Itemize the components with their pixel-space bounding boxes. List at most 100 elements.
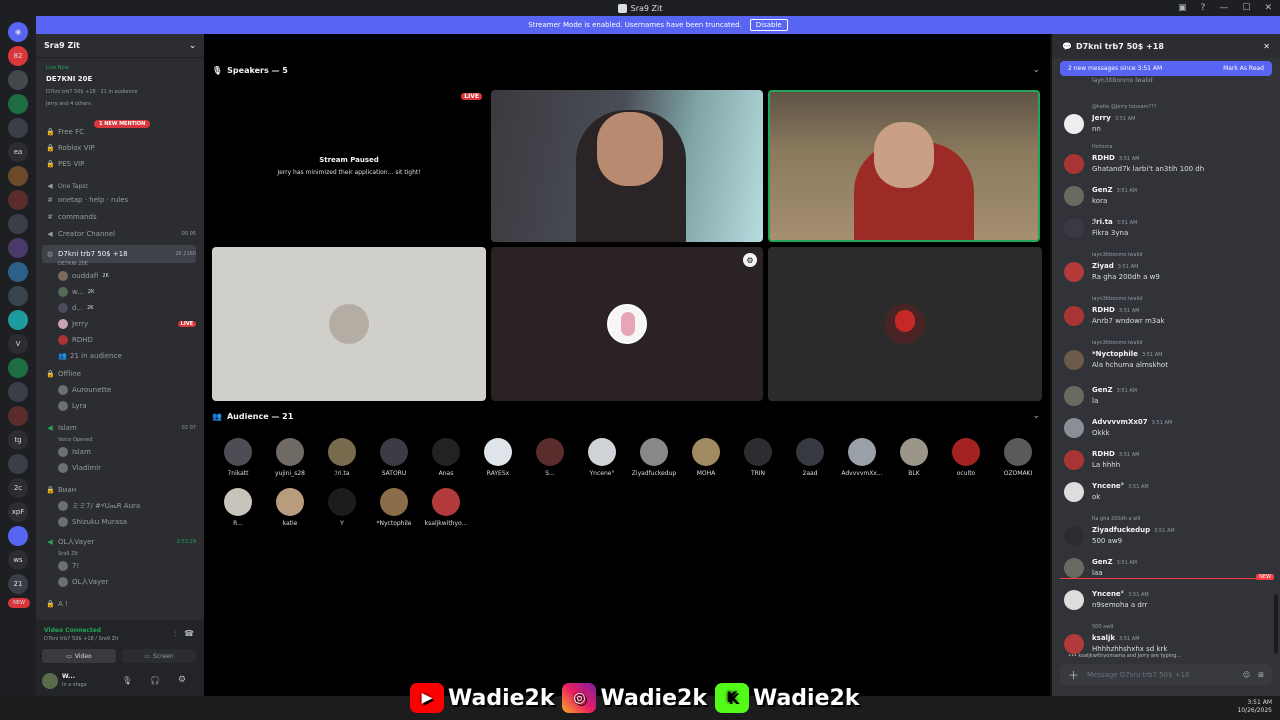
reply-preview[interactable]: 500 aw9 — [1092, 624, 1113, 630]
message-author[interactable]: Ziyad 3:51 AM — [1092, 262, 1138, 270]
voice-user[interactable]: ミミ7/ #ሃUጤR Aura — [58, 500, 196, 512]
server-icon[interactable]: 2c — [8, 478, 28, 498]
plus-icon[interactable]: ＋ — [1068, 667, 1079, 683]
avatar[interactable] — [1064, 218, 1084, 238]
audience-member[interactable]: ℐri.ta — [316, 438, 368, 477]
disable-streamer-mode-button[interactable]: Disable — [749, 19, 788, 31]
avatar[interactable] — [1064, 450, 1084, 470]
chat-message[interactable]: Yncene° 3:51 AM ok — [1060, 482, 1274, 506]
server-icon[interactable] — [8, 406, 28, 426]
avatar[interactable] — [1064, 634, 1084, 654]
server-icon[interactable]: 21 — [8, 574, 28, 594]
emoji-icon[interactable]: ☺ — [1243, 671, 1250, 679]
server-icon[interactable]: ea — [8, 142, 28, 162]
audience-member[interactable]: *Nyctophile — [368, 488, 420, 527]
server-icon[interactable] — [8, 118, 28, 138]
audience-member[interactable]: Ziyadfuckedup — [628, 438, 680, 477]
audience-member[interactable]: AdvvvvmXx... — [836, 438, 888, 477]
speaker-avatar-tile[interactable] — [768, 247, 1042, 401]
message-author[interactable]: GenZ 3:51 AM — [1092, 186, 1137, 194]
chat-message[interactable]: Ziyadfuckedup 3:51 AM 500 aw9 Ra gha 200dh … — [1060, 516, 1274, 550]
voice-channel[interactable]: D7kni trb7 50$ +18 / Sra9 Zit — [44, 636, 118, 642]
speaker-video-tile[interactable] — [491, 90, 763, 242]
speaker-video-tile-speaking[interactable] — [768, 90, 1040, 242]
avatar[interactable] — [1064, 526, 1084, 546]
message-author[interactable]: Yncene° 3:51 AM — [1092, 482, 1149, 490]
audience-member[interactable]: katie — [264, 488, 316, 527]
chat-message[interactable]: Jerry 3:51 AM nn @katie @Jerry hossam??? — [1060, 104, 1274, 138]
audience-member[interactable]: R... — [212, 488, 264, 527]
screen-button[interactable]: ▭ Screen — [122, 649, 196, 663]
channel-item[interactable]: 🔒 Roblox VIP — [46, 142, 196, 154]
maximize-button[interactable]: ☐ — [1242, 3, 1250, 13]
server-icon[interactable]: xpF — [8, 502, 28, 522]
category-header[interactable]: ◀ One Tapst — [46, 180, 196, 192]
message-author[interactable]: AdvvvvmXx07 3:51 AM — [1092, 418, 1172, 426]
avatar[interactable] — [1064, 386, 1084, 406]
avatar[interactable] — [1064, 154, 1084, 174]
avatar[interactable] — [1064, 306, 1084, 326]
chat-message[interactable]: *Nyctophile 3:51 AM Ala hchuma almskhot lay… — [1060, 340, 1274, 374]
message-author[interactable]: GenZ 3:51 AM — [1092, 386, 1137, 394]
chevron-down-icon[interactable]: ⌄ — [189, 41, 196, 50]
speaker-avatar-tile[interactable] — [212, 247, 486, 401]
minimize-button[interactable]: — — [1219, 3, 1228, 13]
audience-member[interactable]: S... — [524, 438, 576, 477]
live-channel-name[interactable]: DE7KNI 20E — [46, 73, 196, 85]
stream-paused-tile[interactable]: LIVE Stream Paused Jerry has minimized t… — [212, 90, 486, 242]
voice-user[interactable]: Vladimir — [58, 462, 196, 474]
close-icon[interactable]: ✕ — [1263, 42, 1270, 51]
message-author[interactable]: GenZ 3:51 AM — [1092, 558, 1137, 566]
server-icon[interactable]: tg — [8, 430, 28, 450]
chat-message[interactable]: RDHD 3:51 AM Ghatand7k larbi't an3tih 100 … — [1060, 144, 1274, 178]
speakers-header[interactable]: 🎙 Speakers — 5 — [212, 66, 288, 75]
audience-member[interactable]: ksaljkwithyo... — [420, 488, 472, 527]
apps-icon[interactable]: ⊞ — [1258, 671, 1264, 679]
home-icon[interactable]: ◉ — [8, 22, 28, 42]
voice-user[interactable]: Lyra — [58, 400, 196, 412]
reply-preview[interactable]: layn3itbonmo lwalid — [1092, 252, 1143, 258]
avatar[interactable] — [1064, 350, 1084, 370]
chat-message[interactable]: GenZ 3:51 AM kora — [1060, 186, 1274, 210]
server-icon[interactable] — [8, 310, 28, 330]
server-header[interactable]: Sra9 Zit ⌄ — [36, 34, 204, 58]
server-icon[interactable] — [8, 358, 28, 378]
audience-header[interactable]: 👥 Audience — 21 — [212, 412, 293, 421]
channel-item[interactable]: ◀ Islam 02 07 — [46, 422, 196, 434]
message-author[interactable]: RDHD 3:51 AM — [1092, 450, 1139, 458]
audience-member[interactable]: 7nikatt — [212, 438, 264, 477]
channel-item[interactable]: # commands — [46, 211, 196, 223]
message-author[interactable]: *Nyctophile 3:51 AM — [1092, 350, 1163, 358]
inbox-icon[interactable]: ▣ — [1178, 3, 1187, 13]
message-author[interactable]: ksaljk 3:51 AM — [1092, 634, 1140, 642]
audience-count[interactable]: 👥 21 in audience — [58, 350, 196, 362]
chat-message[interactable]: ℐri.ta 3:51 AM Fikra 3yna — [1060, 218, 1274, 242]
avatar[interactable] — [1064, 186, 1084, 206]
channel-item[interactable]: 🔒 Free FC — [46, 126, 196, 138]
voice-user[interactable]: Islam — [58, 446, 196, 458]
chat-message[interactable]: AdvvvvmXx07 3:51 AM Okkk — [1060, 418, 1274, 442]
voice-user[interactable]: OL人Vayer — [58, 576, 196, 588]
audience-member[interactable]: Anas — [420, 438, 472, 477]
server-icon[interactable]: 82 — [8, 46, 28, 66]
scrollbar[interactable] — [1274, 594, 1278, 654]
audience-member[interactable]: SATORU — [368, 438, 420, 477]
new-messages-bar[interactable]: 2 new messages since 3:51 AM Mark As Rea… — [1060, 61, 1272, 76]
server-icon[interactable] — [8, 262, 28, 282]
message-author[interactable]: Yncene° 3:51 AM — [1092, 590, 1149, 598]
channel-item[interactable]: 🔒 Offline — [46, 368, 196, 380]
channel-item[interactable]: 🔒 PES VIP — [46, 158, 196, 170]
voice-user[interactable]: Shizuku Murasa — [58, 516, 196, 528]
settings-gear-icon[interactable]: ⚙ — [178, 675, 186, 685]
voice-user[interactable]: d... 2K — [58, 302, 196, 314]
help-icon[interactable]: ? — [1201, 3, 1206, 13]
chevron-down-icon[interactable]: ⌄ — [1032, 411, 1040, 421]
user-avatar[interactable] — [42, 673, 58, 689]
server-icon[interactable] — [8, 526, 28, 546]
message-author[interactable]: RDHD 3:51 AM — [1092, 306, 1139, 314]
message-author[interactable]: ℐri.ta 3:51 AM — [1092, 218, 1137, 226]
mic-icon[interactable]: 🎙 — [122, 676, 132, 685]
mark-as-read-button[interactable]: Mark As Read — [1223, 65, 1264, 72]
server-icon[interactable] — [8, 454, 28, 474]
channel-item[interactable]: # onetap · help · rules — [46, 194, 196, 206]
